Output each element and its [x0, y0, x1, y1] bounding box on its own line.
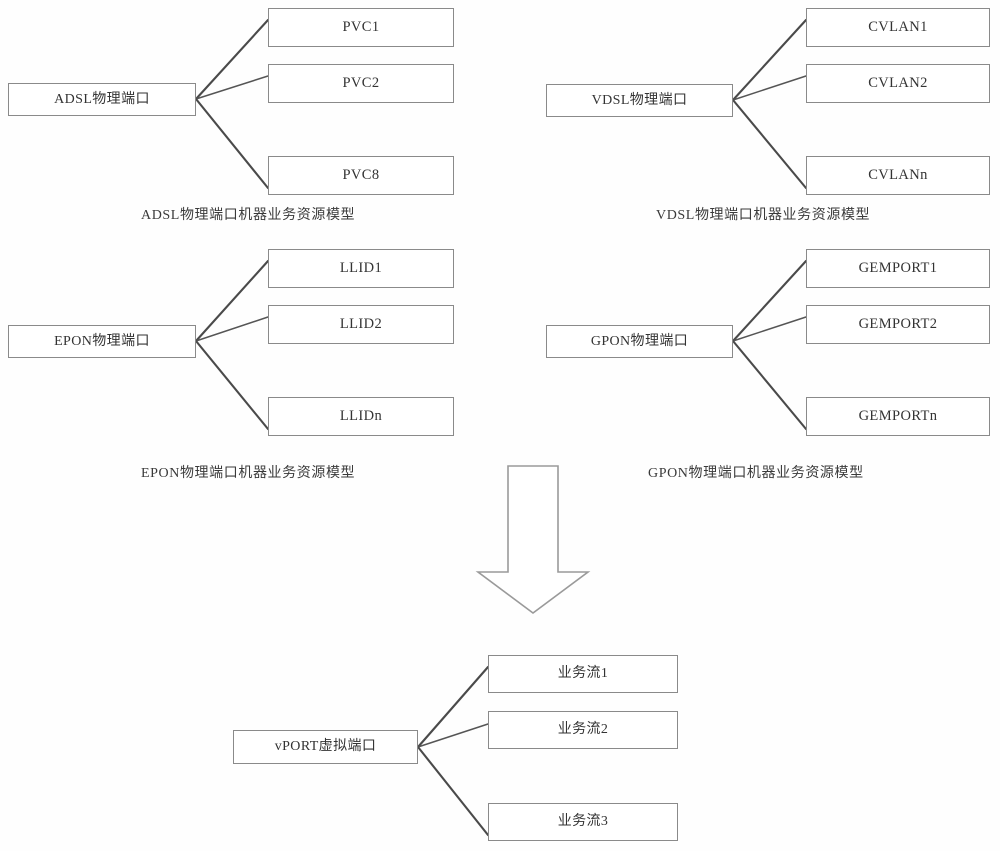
node-label: 业务流3 [557, 814, 609, 830]
node-label: GPON物理端口 [590, 333, 689, 349]
node-label: 业务流1 [557, 666, 609, 682]
node-label: VDSL物理端口 [591, 92, 688, 108]
edge-gpon-gemport2 [732, 316, 807, 342]
node-label: PVC8 [342, 166, 380, 183]
node-label: LLID1 [339, 259, 383, 276]
node-epon-child-1[interactable]: LLID1 [268, 249, 454, 288]
node-vport-child-1[interactable]: 业务流1 [488, 655, 678, 693]
node-label: vPORT虚拟端口 [274, 739, 377, 755]
node-epon-child-3[interactable]: LLIDn [268, 397, 454, 436]
edge-adsl-pvc8 [194, 97, 270, 190]
node-gpon-root[interactable]: GPON物理端口 [546, 325, 733, 358]
node-adsl-root[interactable]: ADSL物理端口 [8, 83, 196, 116]
node-label: GEMPORT1 [858, 259, 938, 276]
node-adsl-child-3[interactable]: PVC8 [268, 156, 454, 195]
edge-adsl-pvc1 [194, 18, 270, 101]
node-gpon-child-1[interactable]: GEMPORT1 [806, 249, 990, 288]
caption-adsl: ADSL物理端口机器业务资源模型 [141, 208, 356, 223]
node-label: LLID2 [339, 315, 383, 332]
caption-gpon: GPON物理端口机器业务资源模型 [648, 466, 864, 481]
caption-vdsl: VDSL物理端口机器业务资源模型 [656, 208, 871, 223]
node-label: CVLAN1 [868, 18, 928, 35]
node-label: GEMPORTn [858, 407, 938, 424]
node-vdsl-child-1[interactable]: CVLAN1 [806, 8, 990, 47]
node-gpon-child-2[interactable]: GEMPORT2 [806, 305, 990, 344]
node-label: LLIDn [339, 407, 383, 424]
node-vport-root[interactable]: vPORT虚拟端口 [233, 730, 418, 764]
node-epon-child-2[interactable]: LLID2 [268, 305, 454, 344]
edge-vport-flow3 [416, 745, 490, 837]
edge-epon-llid2 [195, 316, 269, 342]
edge-vdsl-cvlann [731, 98, 808, 190]
edge-epon-llidn [194, 339, 270, 431]
node-vport-child-2[interactable]: 业务流2 [488, 711, 678, 749]
edge-vdsl-cvlan1 [731, 18, 808, 102]
node-vdsl-child-3[interactable]: CVLANn [806, 156, 990, 195]
node-adsl-child-1[interactable]: PVC1 [268, 8, 454, 47]
edge-adsl-pvc2 [195, 75, 269, 100]
node-label: GEMPORT2 [858, 315, 938, 332]
edge-vport-flow2 [417, 723, 489, 748]
node-vdsl-child-2[interactable]: CVLAN2 [806, 64, 990, 103]
node-label: EPON物理端口 [54, 333, 150, 349]
node-epon-root[interactable]: EPON物理端口 [8, 325, 196, 358]
node-label: CVLAN2 [868, 74, 928, 91]
node-gpon-child-3[interactable]: GEMPORTn [806, 397, 990, 436]
node-label: PVC1 [342, 18, 380, 35]
edge-gpon-gemport1 [731, 259, 808, 343]
node-label: CVLANn [868, 166, 928, 183]
caption-epon: EPON物理端口机器业务资源模型 [141, 466, 356, 481]
edge-vdsl-cvlan2 [732, 75, 807, 101]
node-vdsl-root[interactable]: VDSL物理端口 [546, 84, 733, 117]
node-label: ADSL物理端口 [54, 91, 150, 107]
node-label: PVC2 [342, 74, 380, 91]
down-arrow-icon [475, 465, 591, 614]
node-label: 业务流2 [557, 722, 609, 738]
node-vport-child-3[interactable]: 业务流3 [488, 803, 678, 841]
diagram-canvas: ADSL物理端口 PVC1 PVC2 PVC8 ADSL物理端口机器业务资源模型… [0, 0, 1000, 851]
node-adsl-child-2[interactable]: PVC2 [268, 64, 454, 103]
edge-gpon-gemportn [731, 339, 808, 431]
edge-epon-llid1 [194, 259, 270, 343]
edge-vport-flow1 [416, 665, 490, 749]
